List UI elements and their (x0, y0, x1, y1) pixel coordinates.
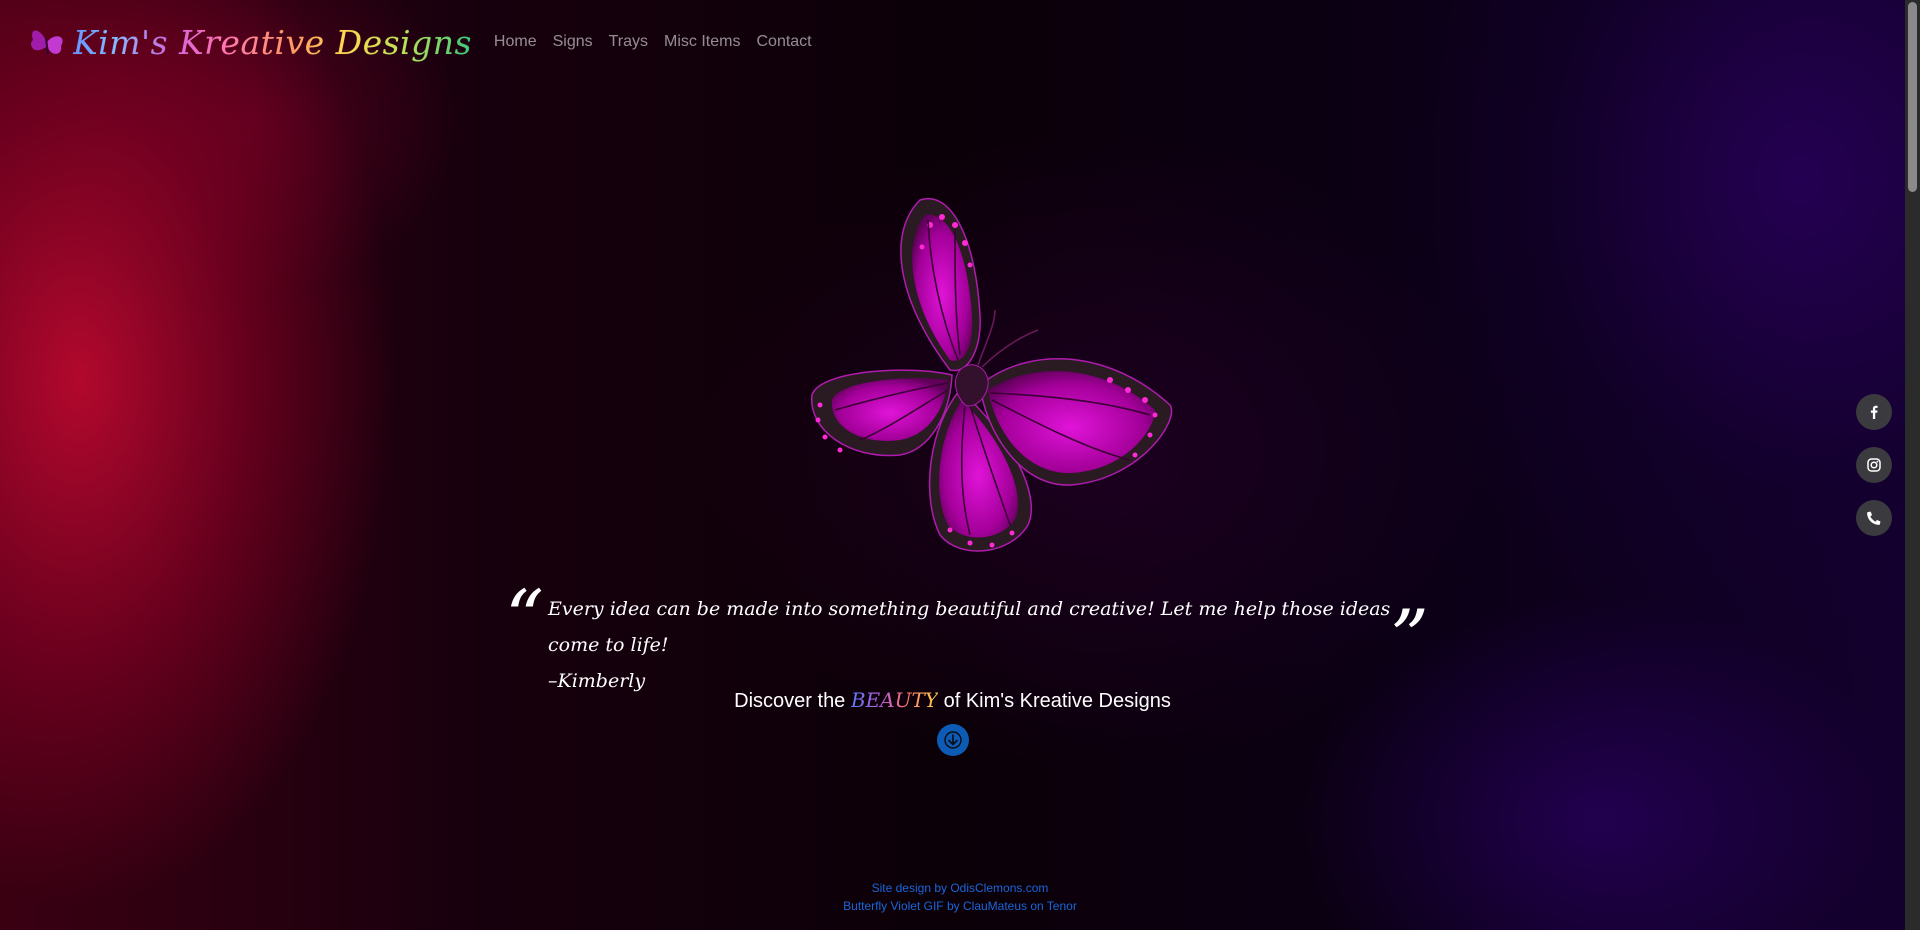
scroll-down-button[interactable] (937, 724, 969, 756)
main-nav: Home Signs Trays Misc Items Contact (486, 18, 820, 66)
discover-highlight: BEAUTY (850, 688, 939, 712)
open-quote-mark: “ (505, 573, 544, 662)
phone-button[interactable] (1856, 500, 1892, 536)
discover-suffix: of Kim's Kreative Designs (943, 690, 1171, 712)
gif-credit-link[interactable]: Butterfly Violet GIF by ClauMateus on Te… (0, 897, 1920, 915)
close-quote-mark: ” (1390, 593, 1429, 682)
discover-prefix: Discover the (734, 690, 846, 712)
social-links (1856, 394, 1892, 553)
logo-text: Kim's Kreative Designs (73, 22, 472, 62)
nav-trays[interactable]: Trays (601, 18, 656, 66)
instagram-button[interactable] (1856, 447, 1892, 483)
butterfly-logo-icon (31, 30, 63, 55)
site-header: Kim's Kreative Designs Home Signs Trays … (25, 18, 820, 66)
facebook-button[interactable] (1856, 394, 1892, 430)
arrow-down-icon (944, 731, 962, 749)
scrollbar-thumb[interactable] (1908, 2, 1917, 192)
facebook-icon (1870, 405, 1878, 419)
nav-home[interactable]: Home (486, 18, 545, 66)
quote-text: Every idea can be made into something be… (548, 598, 1391, 656)
site-logo[interactable]: Kim's Kreative Designs (25, 20, 472, 64)
site-footer: Site design by OdisClemons.com Butterfly… (0, 879, 1920, 915)
site-design-credit-link[interactable]: Site design by OdisClemons.com (0, 879, 1920, 897)
nav-misc-items[interactable]: Misc Items (656, 18, 748, 66)
butterfly-icon (811, 197, 1173, 552)
nav-contact[interactable]: Contact (748, 18, 819, 66)
phone-icon (1867, 511, 1881, 525)
discover-tagline: Discover the BEAUTY of Kim's Kreative De… (0, 688, 1905, 713)
quote-body: Every idea can be made into something be… (548, 591, 1408, 699)
instagram-icon (1867, 458, 1881, 472)
page-scrollbar[interactable] (1905, 0, 1920, 930)
nav-signs[interactable]: Signs (545, 18, 601, 66)
